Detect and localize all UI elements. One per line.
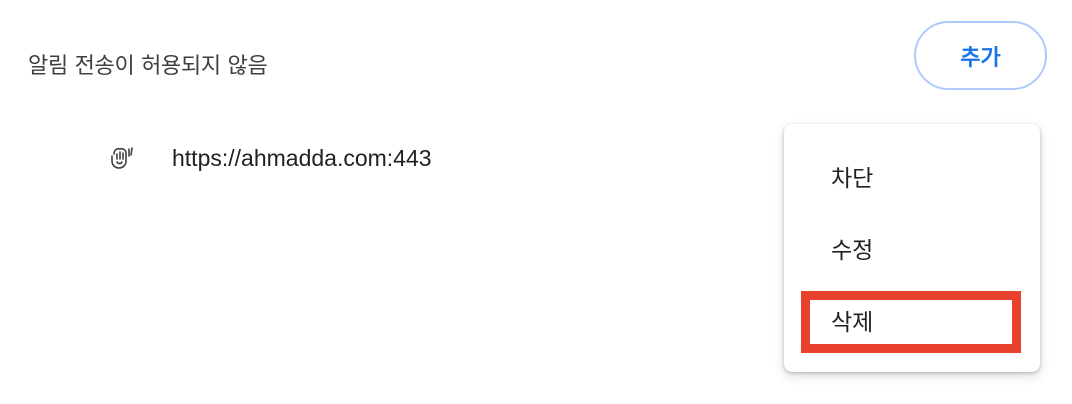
menu-item-label: 수정 bbox=[831, 238, 874, 264]
site-action-menu: 차단 수정 삭제 bbox=[784, 124, 1040, 372]
menu-item-block[interactable]: 차단 bbox=[784, 140, 1040, 212]
site-url[interactable]: https://ahmadda.com:443 bbox=[172, 145, 432, 172]
menu-item-edit[interactable]: 수정 bbox=[784, 212, 1040, 284]
waving-hand-icon bbox=[108, 144, 136, 172]
section-title: 알림 전송이 허용되지 않음 bbox=[28, 54, 268, 79]
site-row: https://ahmadda.com:443 bbox=[108, 140, 432, 176]
menu-item-delete[interactable]: 삭제 bbox=[784, 284, 1040, 356]
add-button[interactable]: 추가 bbox=[914, 21, 1047, 90]
notification-settings-page: 알림 전송이 허용되지 않음 추가 https://ahmadda.com:44… bbox=[0, 0, 1072, 404]
menu-item-label: 삭제 bbox=[831, 310, 874, 336]
menu-item-label: 차단 bbox=[831, 166, 874, 192]
